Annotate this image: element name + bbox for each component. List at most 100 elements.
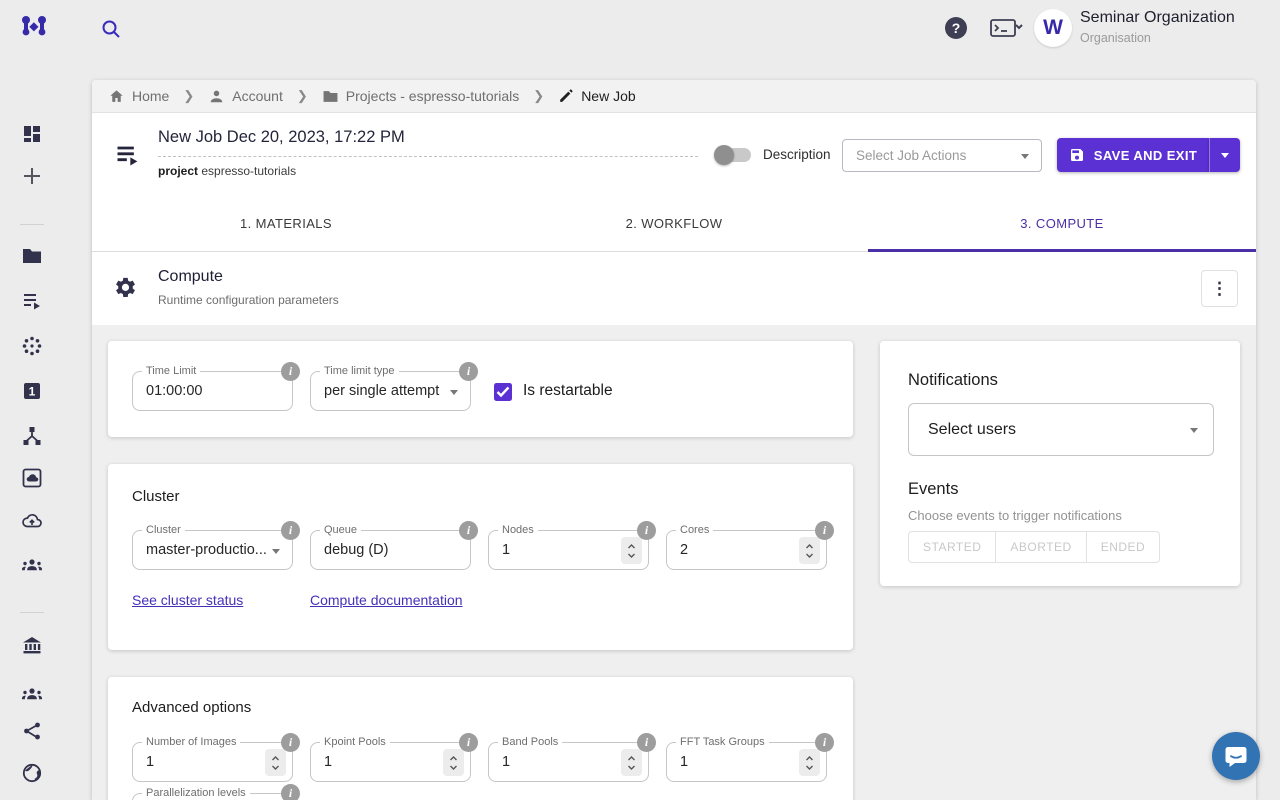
parallelization-levels-field[interactable]: Parallelization levels i xyxy=(132,793,293,800)
is-restartable-label: Is restartable xyxy=(523,382,613,400)
web-globe-icon[interactable] xyxy=(21,762,43,784)
cluster-card-title: Cluster xyxy=(132,488,180,505)
info-icon[interactable]: i xyxy=(459,521,478,540)
chevron-down-icon xyxy=(1221,153,1229,158)
console-icon[interactable] xyxy=(990,19,1024,38)
kpoint-pools-input[interactable] xyxy=(324,744,434,780)
chat-bubble-icon xyxy=(1223,743,1249,769)
fft-task-groups-input[interactable] xyxy=(680,744,790,780)
tab-materials[interactable]: 1. MATERIALS xyxy=(92,196,480,251)
jobs-list-icon[interactable] xyxy=(21,290,43,312)
description-toggle-label: Description xyxy=(763,147,831,162)
info-icon[interactable]: i xyxy=(281,733,300,752)
nodes-input[interactable] xyxy=(502,532,612,568)
event-started-button[interactable]: STARTED xyxy=(908,531,996,563)
chat-launcher-button[interactable] xyxy=(1212,732,1260,780)
user-avatar[interactable]: W xyxy=(1034,9,1072,47)
bank-icon[interactable] xyxy=(21,634,43,656)
is-restartable-checkbox[interactable] xyxy=(494,383,512,401)
share-icon[interactable] xyxy=(21,720,43,742)
nodes-stepper[interactable] xyxy=(621,537,642,564)
media-viewer-icon[interactable] xyxy=(21,467,43,489)
info-icon[interactable]: i xyxy=(281,362,300,381)
queue-field[interactable]: Queue i xyxy=(310,530,471,570)
info-icon[interactable]: i xyxy=(637,733,656,752)
event-aborted-button[interactable]: ABORTED xyxy=(996,531,1086,563)
org-name: Seminar Organization xyxy=(1080,9,1235,27)
time-limit-input[interactable] xyxy=(146,373,256,409)
section-subtitle: Runtime configuration parameters xyxy=(158,293,339,307)
unit-one-icon[interactable]: 1 xyxy=(21,380,43,402)
description-toggle[interactable] xyxy=(717,148,751,162)
materials-atoms-icon[interactable] xyxy=(21,335,43,357)
info-icon[interactable]: i xyxy=(815,733,834,752)
create-new-icon[interactable] xyxy=(21,165,43,187)
tab-workflow[interactable]: 2. WORKFLOW xyxy=(480,196,868,251)
brand-logo-icon[interactable] xyxy=(19,13,49,43)
number-of-images-stepper[interactable] xyxy=(265,749,286,776)
project-label: project xyxy=(158,164,198,178)
number-of-images-field[interactable]: Number of Images i xyxy=(132,742,293,782)
top-bar: ? W Seminar Organization Organisation xyxy=(0,0,1280,56)
help-icon[interactable]: ? xyxy=(945,17,967,39)
band-pools-field[interactable]: Band Pools i xyxy=(488,742,649,782)
cluster-card: Cluster Cluster master-productio... i Qu… xyxy=(108,464,853,650)
kpoint-pools-field[interactable]: Kpoint Pools i xyxy=(310,742,471,782)
band-pools-stepper[interactable] xyxy=(621,749,642,776)
nodes-field[interactable]: Nodes i xyxy=(488,530,649,570)
tab-compute[interactable]: 3. COMPUTE xyxy=(868,196,1256,251)
spacer xyxy=(21,789,43,800)
number-of-images-input[interactable] xyxy=(146,744,256,780)
sidebar-divider xyxy=(20,612,44,613)
info-icon[interactable]: i xyxy=(281,784,300,800)
cluster-status-link[interactable]: See cluster status xyxy=(132,592,243,608)
queue-input[interactable] xyxy=(324,532,434,568)
save-and-exit-button[interactable]: SAVE AND EXIT xyxy=(1057,138,1209,172)
breadcrumb-current: New Job xyxy=(558,88,635,104)
workflows-hub-icon[interactable] xyxy=(21,425,43,447)
chevron-right-icon: ❯ xyxy=(183,88,194,104)
band-pools-input[interactable] xyxy=(502,744,612,780)
info-icon[interactable]: i xyxy=(459,733,478,752)
save-options-dropdown-button[interactable] xyxy=(1209,138,1240,172)
fft-task-groups-field[interactable]: FFT Task Groups i xyxy=(666,742,827,782)
job-actions-select[interactable]: Select Job Actions xyxy=(842,139,1042,172)
job-actions-placeholder: Select Job Actions xyxy=(856,148,966,163)
info-icon[interactable]: i xyxy=(637,521,656,540)
section-menu-button[interactable]: ⋮ xyxy=(1201,270,1238,307)
collaborators-icon[interactable] xyxy=(21,683,43,705)
org-subtitle: Organisation xyxy=(1080,31,1151,45)
page: { "topbar": { "org_name": "Seminar Organ… xyxy=(0,0,1280,800)
events-hint: Choose events to trigger notifications xyxy=(908,508,1122,523)
job-title[interactable]: New Job Dec 20, 2023, 17:22 PM xyxy=(158,128,405,147)
select-users-dropdown[interactable]: Select users xyxy=(908,403,1214,456)
compute-docs-link[interactable]: Compute documentation xyxy=(310,592,463,608)
dashboard-icon[interactable] xyxy=(21,123,43,145)
team-members-icon[interactable] xyxy=(21,554,43,576)
breadcrumb-home[interactable]: Home xyxy=(108,88,169,105)
info-icon[interactable]: i xyxy=(815,521,834,540)
advanced-card-title: Advanced options xyxy=(132,699,251,716)
chevron-right-icon: ❯ xyxy=(533,88,544,104)
events-title: Events xyxy=(908,480,958,499)
search-icon[interactable] xyxy=(100,18,122,40)
cloud-upload-icon[interactable] xyxy=(21,510,43,532)
cores-input[interactable] xyxy=(680,532,790,568)
project-value: espresso-tutorials xyxy=(201,164,296,178)
info-icon[interactable]: i xyxy=(459,362,478,381)
breadcrumb-account[interactable]: Account xyxy=(208,88,283,105)
compute-form-body: Time Limit i Time limit type per single … xyxy=(92,325,1256,800)
time-limit-field[interactable]: Time Limit i xyxy=(132,371,293,411)
compute-section-header: Compute Runtime configuration parameters… xyxy=(92,252,1256,325)
cores-stepper[interactable] xyxy=(799,537,820,564)
fft-task-groups-stepper[interactable] xyxy=(799,749,820,776)
cluster-select[interactable]: Cluster master-productio... i xyxy=(132,530,293,570)
projects-folder-icon[interactable] xyxy=(21,245,43,267)
cores-field[interactable]: Cores i xyxy=(666,530,827,570)
kpoint-pools-stepper[interactable] xyxy=(443,749,464,776)
info-icon[interactable]: i xyxy=(281,521,300,540)
event-ended-button[interactable]: ENDED xyxy=(1087,531,1161,563)
time-limit-type-select[interactable]: Time limit type per single attempt i xyxy=(310,371,471,411)
breadcrumb-project[interactable]: Projects - espresso-tutorials xyxy=(322,88,520,105)
section-title: Compute xyxy=(158,268,223,286)
